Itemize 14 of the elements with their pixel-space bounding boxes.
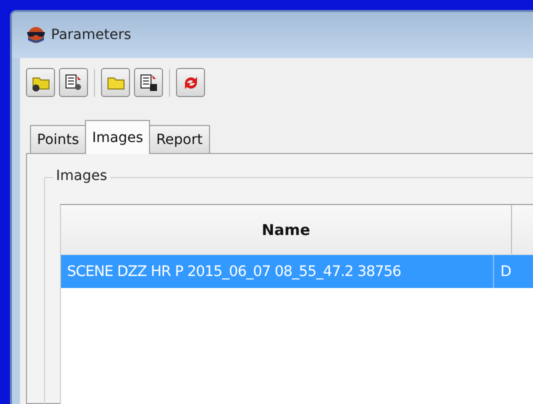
open-folder-button[interactable] xyxy=(26,68,55,97)
refresh-button[interactable] xyxy=(176,68,205,97)
table-cell-text: D xyxy=(499,262,513,282)
tab[interactable]: Points xyxy=(30,125,86,153)
document-gear-button[interactable] xyxy=(59,68,88,97)
tab[interactable]: Report xyxy=(149,125,210,153)
tab[interactable]: Images xyxy=(85,120,150,154)
window-title: Parameters xyxy=(51,27,132,43)
save-document-button[interactable] xyxy=(134,68,163,97)
sunglasses-ball-icon xyxy=(26,26,46,44)
document-floppy-icon xyxy=(138,74,158,92)
group-title: Images xyxy=(53,168,110,184)
table-cell: SCENE DZZ HR P 2015_06_07 08_55_47.2 38756 xyxy=(61,255,494,288)
document-gear-icon xyxy=(64,74,84,92)
